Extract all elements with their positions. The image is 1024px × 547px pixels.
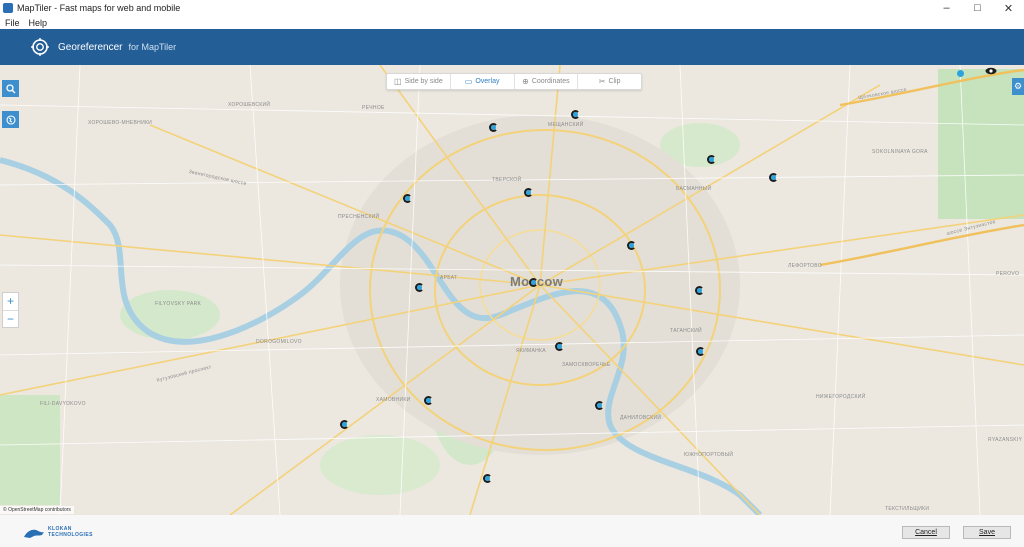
- zoom-in-button[interactable]: +: [3, 293, 18, 311]
- menu-help[interactable]: Help: [29, 18, 48, 28]
- highway: [819, 223, 1024, 267]
- control-point-marker[interactable]: [571, 110, 580, 119]
- control-point-marker[interactable]: [769, 173, 778, 182]
- tab-label: Overlay: [475, 78, 500, 85]
- district-label: МЕЩАНСКИЙ: [548, 122, 584, 128]
- control-point-marker[interactable]: [529, 278, 538, 287]
- district-label: ТАГАНСКИЙ: [670, 328, 702, 334]
- district-label: РЕЧНОЕ: [362, 105, 385, 111]
- district-label: ТЕКСТИЛЬЩИКИ: [885, 506, 930, 512]
- overlay-icon: ▭: [464, 77, 473, 86]
- cancel-button[interactable]: Cancel: [902, 526, 950, 539]
- control-point-marker[interactable]: [524, 188, 533, 197]
- district-label: RYAZANSKIY: [988, 437, 1023, 443]
- district-label: DOROGOMILOVO: [256, 339, 302, 345]
- app-name: Georeferencer: [58, 41, 123, 53]
- control-point-marker[interactable]: [424, 396, 433, 405]
- control-point-marker[interactable]: [595, 401, 604, 410]
- district-label: ТВЕРСКОЙ: [492, 177, 522, 183]
- maximize-button[interactable]: □: [962, 0, 993, 16]
- park-area: [320, 435, 440, 495]
- district-label: АРБАТ: [440, 275, 458, 281]
- menu-bar: File Help: [0, 16, 1024, 29]
- map-base-layer: [0, 65, 1024, 515]
- district-label: FILI-DAVYDKOVO: [40, 401, 86, 407]
- klokan-logo[interactable]: KLOKAN TECHNOLOGIES: [22, 526, 94, 540]
- district-label: PEROVO: [996, 271, 1020, 277]
- tab-label: Coordinates: [531, 78, 570, 85]
- tab-coordinates[interactable]: ⊕ Coordinates: [515, 74, 579, 89]
- gear-icon: ⚙: [1013, 81, 1023, 91]
- app-subtitle: for MapTiler: [128, 42, 177, 52]
- district-label: ХОРОШЕВО-МНЕВНИКИ: [88, 120, 153, 126]
- search-icon: [5, 83, 15, 93]
- map-view[interactable]: ХОРОШЕВО-МНЕВНИКИ ХОРОШЕВСКИЙ РЕЧНОЕ МЕЩ…: [0, 65, 1024, 515]
- zoom-control: + −: [2, 292, 19, 328]
- app-header: Georeferencer for MapTiler: [0, 29, 1024, 65]
- district-label: ХАМОВНИКИ: [376, 397, 411, 403]
- crosshair-icon: ⊕: [522, 77, 529, 86]
- tab-overlay[interactable]: ▭ Overlay: [451, 74, 515, 89]
- district-label: ДАНИЛОВСКИЙ: [620, 415, 662, 421]
- district-label: БАСМАННЫЙ: [676, 186, 712, 192]
- control-point-marker[interactable]: [695, 286, 704, 295]
- tab-side-by-side[interactable]: ◫ Side by side: [387, 74, 451, 89]
- scissors-icon: ✂: [598, 77, 606, 86]
- district-label: НИЖЕГОРОДСКИЙ: [816, 394, 866, 400]
- control-point-marker[interactable]: [415, 283, 424, 292]
- control-point-marker[interactable]: [696, 347, 705, 356]
- georeferencer-logo-icon: [31, 38, 49, 56]
- settings-button[interactable]: ⚙: [1012, 78, 1024, 95]
- control-point-marker[interactable]: [489, 123, 498, 132]
- district-label: FILYOVSKY PARK: [155, 301, 202, 307]
- globe-icon: [5, 114, 16, 125]
- close-button[interactable]: ✕: [993, 0, 1024, 16]
- layer-toggle-button[interactable]: [2, 111, 19, 128]
- tab-clip[interactable]: ✂ Clip: [578, 74, 641, 89]
- zoom-out-button[interactable]: −: [3, 311, 18, 328]
- tab-label: Side by side: [404, 78, 443, 85]
- control-point-marker[interactable]: [707, 155, 716, 164]
- district-label: ЯКИМАНКА: [516, 348, 546, 354]
- search-button[interactable]: [2, 80, 19, 97]
- window-controls: – □ ✕: [931, 0, 1024, 16]
- title-bar: MapTiler - Fast maps for web and mobile …: [0, 0, 1024, 16]
- park-area: [0, 395, 60, 505]
- tab-label: Clip: [608, 78, 621, 85]
- menu-file[interactable]: File: [5, 18, 20, 28]
- control-point-marker[interactable]: [555, 342, 564, 351]
- maptiler-app-icon: [3, 3, 13, 13]
- district-label: ПРЕСНЕНСКИЙ: [338, 214, 380, 220]
- footer-bar: KLOKAN TECHNOLOGIES Cancel Save: [0, 515, 1024, 547]
- control-point-marker[interactable]: [403, 194, 412, 203]
- district-label: ЮЖНОПОРТОВЫЙ: [684, 452, 734, 458]
- brand-name-line2: TECHNOLOGIES: [48, 532, 93, 538]
- window-title: MapTiler - Fast maps for web and mobile: [17, 3, 181, 13]
- district-label: SOKOLNINAYA GORA: [872, 149, 928, 155]
- district-label: ЗАМОСКВОРЕЧЬЕ: [562, 362, 611, 368]
- view-mode-tabs: ◫ Side by side ▭ Overlay ⊕ Coordinates ✂…: [386, 73, 642, 90]
- control-point-marker[interactable]: [340, 420, 349, 429]
- district-label: ЛЕФОРТОВО: [788, 263, 822, 269]
- overlay-handle[interactable]: [957, 70, 964, 77]
- minimize-button[interactable]: –: [931, 0, 962, 16]
- side-by-side-icon: ◫: [394, 77, 402, 86]
- kangaroo-logo-icon: [24, 529, 44, 538]
- eye-icon[interactable]: [985, 67, 997, 75]
- control-point-marker[interactable]: [483, 474, 492, 483]
- control-point-marker[interactable]: [627, 241, 636, 250]
- save-button[interactable]: Save: [963, 526, 1011, 539]
- district-label: ХОРОШЕВСКИЙ: [228, 102, 271, 108]
- map-attribution[interactable]: © OpenStreetMap contributors: [0, 506, 74, 514]
